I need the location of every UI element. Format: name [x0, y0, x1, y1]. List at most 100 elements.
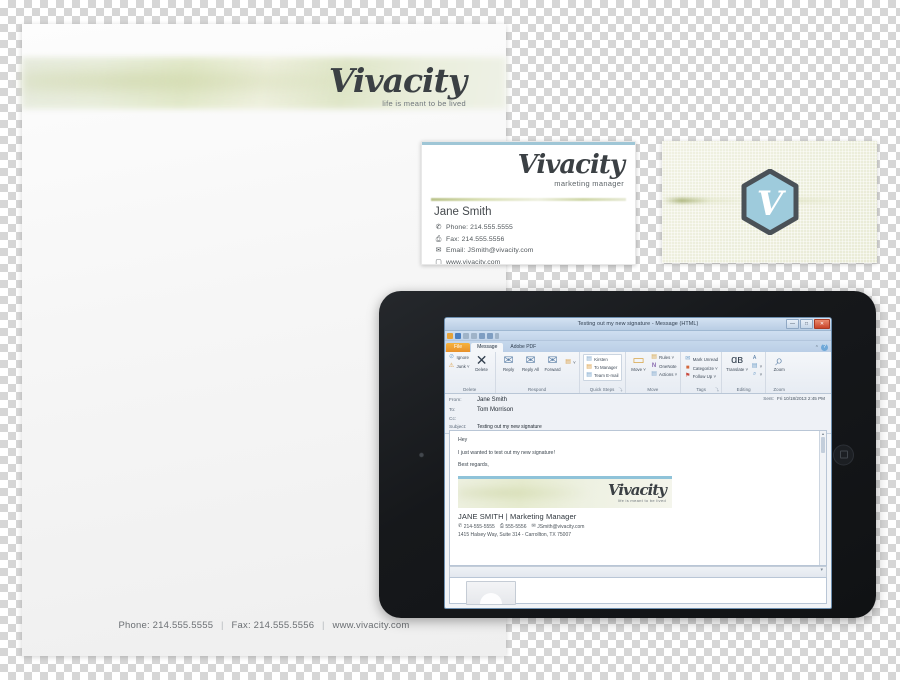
chevron-down-icon[interactable]: ▾	[820, 568, 823, 573]
move-folder-icon: ▭	[632, 352, 645, 367]
signature-fax: 555-5556	[505, 523, 527, 530]
quick-step-to-manager[interactable]: ▤ To Manager	[586, 364, 619, 371]
actions-icon: ▤	[651, 371, 657, 377]
ribbon-group-editing: ɑʙ Translate ˅ ᴀ ▤ ˅ ⌕ ˅ Editing	[722, 352, 767, 393]
tags-dialog-launcher-icon[interactable]: ⤵	[715, 387, 719, 393]
signature-address: 1415 Halsey Way, Suite 314 - Carrollton,…	[458, 531, 572, 538]
redo-icon[interactable]	[471, 332, 477, 339]
business-card-back: V	[662, 141, 877, 263]
attachment-thumbnail[interactable]	[466, 581, 516, 605]
delete-button[interactable]: ✕ Delete	[472, 352, 492, 372]
body-scrollbar[interactable]: ▴	[819, 431, 826, 565]
window-titlebar: Testing out my new signature - Message (…	[445, 318, 831, 331]
brand-tagline: life is meant to be lived	[382, 99, 466, 108]
from-value: Jane Smith	[477, 397, 508, 404]
ignore-button[interactable]: ⊘ Ignore	[448, 354, 470, 361]
close-button[interactable]: ✕	[814, 319, 830, 329]
categorize-button[interactable]: ■ Categorize ˅	[684, 365, 718, 372]
minimize-button[interactable]: —	[786, 319, 799, 329]
email-icon: ✉	[435, 247, 442, 254]
tab-file[interactable]: File	[446, 342, 471, 352]
footer-divider-1: |	[221, 620, 224, 631]
group-label-zoom: Zoom	[773, 387, 786, 392]
next-icon[interactable]	[487, 332, 493, 339]
actions-button[interactable]: ▤ Actions ˅	[651, 371, 678, 378]
quick-steps-dialog-launcher-icon[interactable]: ⤵	[618, 387, 622, 393]
find-button[interactable]: ᴀ	[751, 354, 762, 361]
card-fax: Fax: 214.555.5556	[446, 235, 505, 243]
maximize-button[interactable]: □	[800, 319, 813, 329]
footer-divider-2: |	[322, 620, 325, 631]
save-icon[interactable]	[455, 332, 461, 339]
signature-banner: Vivacity life is meant to be lived	[458, 479, 672, 509]
junk-button[interactable]: ⚠ Junk ˅	[448, 363, 470, 370]
categorize-icon: ■	[685, 364, 690, 371]
follow-up-button[interactable]: ⚑ Follow Up ˅	[684, 373, 718, 380]
scrollbar-thumb[interactable]	[821, 437, 825, 453]
business-card-front: Vivacity marketing manager Jane Smith ✆ …	[421, 141, 636, 265]
outlook-icon[interactable]	[447, 332, 453, 339]
undo-icon[interactable]	[463, 332, 469, 339]
signature-email: JSmith@vivacity.com	[537, 523, 585, 530]
reply-label: Reply	[502, 367, 515, 372]
move-button[interactable]: ▭ Move ˅	[629, 352, 649, 372]
reply-button[interactable]: ✉ Reply	[499, 354, 519, 372]
actions-label: Actions ˅	[659, 372, 678, 377]
quick-steps-gallery[interactable]: ▤ Kirsten ▤ To Manager ▤ Team E-mail	[582, 354, 622, 381]
message-body[interactable]: Hey I just wanted to test out my new sig…	[449, 430, 827, 566]
sent-value: Fri 10/18/2013 2:45 PM	[776, 396, 825, 401]
letterhead-footer: Phone: 214.555.5555 | Fax: 214.555.5556 …	[22, 620, 506, 631]
card-contact-row: ▢ www.vivacity.com	[434, 258, 534, 265]
help-icon[interactable]: ?	[821, 344, 828, 351]
ignore-label: Ignore	[456, 355, 469, 360]
attachment-preview-pane[interactable]	[449, 577, 827, 605]
minimize-ribbon-icon[interactable]: ⌃	[815, 345, 819, 351]
quick-step-icon: ▤	[586, 372, 592, 378]
zoom-button[interactable]: ⌕ Zoom	[769, 353, 789, 372]
onenote-button[interactable]: N OneNote	[651, 363, 678, 370]
footer-fax: Fax: 214.555.5556	[231, 620, 315, 631]
quick-step-team-email[interactable]: ▤ Team E-mail	[586, 372, 618, 379]
related-button[interactable]: ▤ ˅	[751, 363, 762, 370]
mark-unread-button[interactable]: ✉ Mark Unread	[684, 356, 718, 363]
customize-icon[interactable]	[495, 332, 499, 339]
forward-button[interactable]: ✉ Forward	[543, 354, 563, 372]
onenote-icon: N	[651, 362, 657, 369]
categorize-label: Categorize ˅	[692, 365, 718, 371]
home-button[interactable]	[833, 444, 854, 465]
cc-label: Cc:	[449, 416, 457, 422]
footer-phone: Phone: 214.555.5555	[118, 620, 214, 631]
footer-website: www.vivacity.com	[332, 620, 410, 631]
quick-step-kirsten[interactable]: ▤ Kirsten	[586, 356, 619, 363]
reply-all-button[interactable]: ✉ Reply All	[521, 354, 541, 372]
signature-email-item: ✉ JSmith@vivacity.com	[532, 524, 585, 530]
binoculars-find-icon: ᴀ	[752, 354, 757, 361]
card-phone: Phone: 214.555.5555	[446, 224, 513, 231]
select-button[interactable]: ⌕ ˅	[751, 371, 762, 378]
hexagon-letter: V	[756, 184, 786, 224]
card-brand-wordmark: Vivacity	[517, 150, 625, 180]
signature-fax-item: ⎙ 555-5556	[500, 524, 527, 530]
ribbon-group-respond: ✉ Reply ✉ Reply All ✉ Forward ▤ ˅ Respon…	[496, 352, 580, 393]
more-respond-button[interactable]: ▤ ˅	[565, 359, 575, 366]
more-respond-icon: ▤	[565, 359, 571, 365]
junk-icon: ⚠	[448, 362, 455, 369]
body-paragraph: I just wanted to test out my new signatu…	[458, 449, 555, 456]
signature-wordmark: Vivacity	[608, 481, 667, 500]
card-divider-rule	[431, 198, 626, 201]
email-signature: Vivacity life is meant to be lived JANE …	[458, 476, 818, 538]
tab-message[interactable]: Message	[471, 342, 504, 352]
ribbon-group-delete: ⊘ Ignore ⚠ Junk ˅ ✕ Delete Delete	[445, 352, 496, 393]
window-controls: — □ ✕	[786, 319, 830, 329]
rules-button[interactable]: ▤ Rules ˅	[651, 354, 678, 361]
tablet-device: Testing out my new signature - Message (…	[379, 291, 876, 618]
tab-adobe-pdf[interactable]: Adobe PDF	[504, 343, 542, 353]
fax-icon: ⎙	[499, 523, 504, 530]
ribbon-group-tags: ✉ Mark Unread ■ Categorize ˅ ⚑ Follow Up…	[681, 352, 723, 393]
delete-x-icon: ✕	[475, 352, 488, 368]
outlook-window: Testing out my new signature - Message (…	[444, 317, 832, 609]
cc-row: Cc:	[445, 416, 831, 424]
translate-button[interactable]: ɑʙ Translate ˅	[725, 354, 749, 372]
previous-icon[interactable]	[479, 332, 485, 339]
ribbon-group-zoom: ⌕ Zoom Zoom	[766, 352, 792, 393]
